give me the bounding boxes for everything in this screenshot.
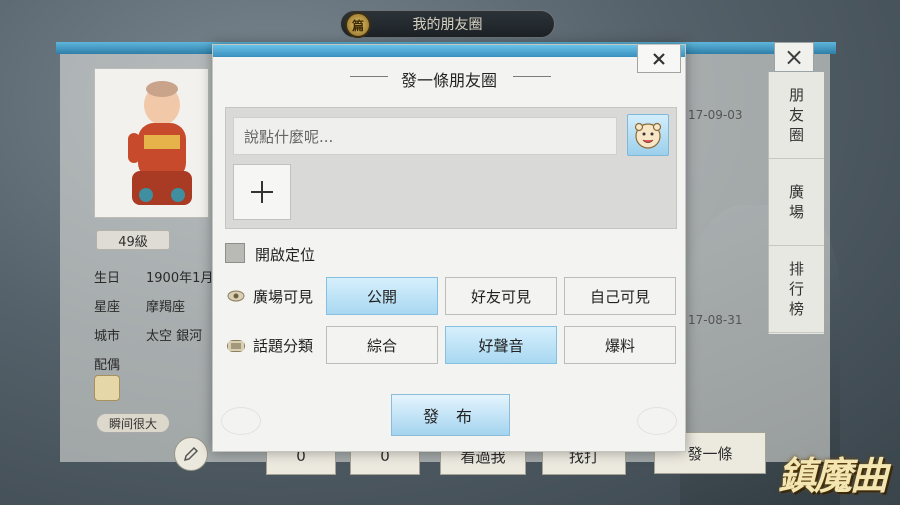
eye-icon [227,290,245,302]
corner-decoration [221,407,261,435]
topic-gossip-option[interactable]: 爆料 [564,326,676,364]
topic-label: 話題分類 [253,337,314,355]
avatar [128,81,192,205]
topic-good-voice-option[interactable]: 好聲音 [445,326,557,364]
tab-friend-circle[interactable]: 朋友圈 [769,72,824,159]
tab-ranking[interactable]: 排行榜 [769,246,824,333]
list-icon [227,340,245,352]
info-row-city: 城市 太空 銀河 [94,329,203,344]
edit-button[interactable] [174,437,208,471]
location-label: 開啟定位 [255,246,316,264]
profile-tag: 瞬间很大 [96,413,170,433]
emoji-face-icon [634,122,662,149]
tab-plaza[interactable]: 廣場 [769,159,824,246]
close-icon [653,52,665,65]
side-tabs: 朋友圈 廣場 排行榜 [768,72,824,334]
topic-general-option[interactable]: 綜合 [326,326,438,364]
visibility-self-option[interactable]: 自己可見 [564,277,676,315]
plus-icon [251,181,273,203]
corner-decoration [637,407,677,435]
post-date: 17-08-31 [688,313,743,327]
visibility-friends-option[interactable]: 好友可見 [445,277,557,315]
level-badge: 49級 [96,230,170,250]
emoji-button[interactable] [627,114,669,156]
visibility-public-option[interactable]: 公開 [326,277,438,315]
location-checkbox[interactable] [225,243,245,263]
visibility-label: 廣場可見 [253,288,314,306]
title-ornament-right [513,76,551,77]
game-logo: 鎮魔曲 [778,453,888,498]
dialog-title: 發一條朋友圈 [400,71,497,90]
post-date: 17-09-03 [688,108,743,122]
window-title: 我的朋友圈 [412,17,483,33]
post-text-input[interactable]: 說點什麼呢... [233,117,617,155]
window-title-bar: 我的朋友圈 [340,10,555,38]
pencil-icon [183,446,199,462]
compose-dialog: 發一條朋友圈 說點什麼呢... 開啟定位 廣場可見 公開 好友可見 自己可見 話… [212,44,686,452]
info-row-birthday: 生日 1900年1月 [94,271,214,286]
scroll-icon[interactable] [94,375,120,401]
info-row-zodiac: 星座 摩羯座 [94,300,186,315]
dialog-close-button[interactable] [637,45,681,73]
profile-info: 生日 1900年1月 星座 摩羯座 城市 太空 銀河 配偶 [94,262,214,378]
info-row-spouse: 配偶 [94,358,121,373]
panel-close-button[interactable]: × [774,42,814,72]
title-badge-icon: 篇 [345,12,371,38]
close-icon: × [783,43,805,71]
publish-button[interactable]: 發 布 [391,394,510,436]
dialog-accent-bar [213,45,685,57]
add-image-button[interactable] [233,164,291,220]
